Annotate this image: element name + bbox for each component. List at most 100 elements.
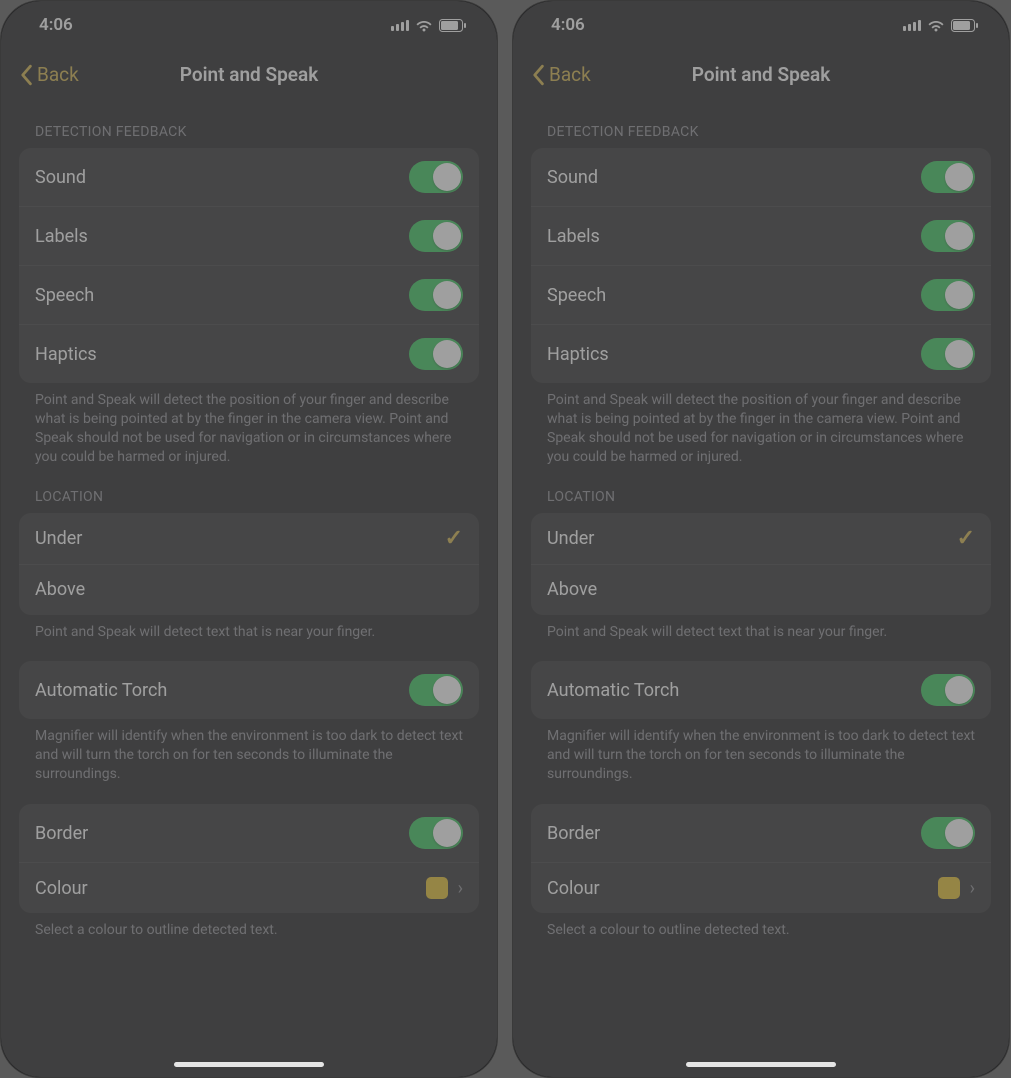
status-time: 4:06 — [551, 15, 585, 35]
torch-footer: Magnifier will identify when the environ… — [531, 719, 991, 790]
row-border[interactable]: Border — [531, 804, 991, 863]
section-header-location: LOCATION — [19, 473, 479, 513]
row-colour[interactable]: Colour › — [531, 863, 991, 913]
status-time: 4:06 — [39, 15, 73, 35]
chevron-left-icon — [531, 64, 545, 86]
row-torch[interactable]: Automatic Torch — [19, 661, 479, 719]
section-header-feedback: DETECTION FEEDBACK — [19, 108, 479, 148]
row-label: Under — [35, 528, 82, 549]
torch-footer: Magnifier will identify when the environ… — [19, 719, 479, 790]
status-right — [903, 19, 979, 32]
row-above[interactable]: Above — [531, 565, 991, 615]
phone-left: 4:06 Back Point and Speak DETECTION FEED… — [0, 0, 498, 1078]
content: DETECTION FEEDBACK Sound Labels Speech H… — [1, 108, 497, 970]
speech-toggle[interactable] — [409, 279, 463, 311]
home-indicator[interactable] — [686, 1062, 836, 1067]
row-under[interactable]: Under ✓ — [19, 513, 479, 565]
row-torch[interactable]: Automatic Torch — [531, 661, 991, 719]
cellular-icon — [391, 19, 409, 31]
cellular-icon — [903, 19, 921, 31]
section-header-location: LOCATION — [531, 473, 991, 513]
row-label: Haptics — [547, 344, 609, 365]
row-label: Labels — [35, 226, 88, 247]
wifi-icon — [415, 19, 433, 32]
border-footer: Select a colour to outline detected text… — [19, 913, 479, 946]
check-icon: ✓ — [957, 526, 975, 551]
check-icon: ✓ — [445, 526, 463, 551]
torch-group: Automatic Torch — [19, 661, 479, 719]
content: DETECTION FEEDBACK Sound Labels Speech H… — [513, 108, 1009, 970]
row-haptics[interactable]: Haptics — [531, 325, 991, 383]
border-group: Border Colour › — [531, 804, 991, 913]
border-toggle[interactable] — [921, 817, 975, 849]
haptics-toggle[interactable] — [921, 338, 975, 370]
row-haptics[interactable]: Haptics — [19, 325, 479, 383]
row-label: Sound — [35, 167, 86, 188]
row-tail: › — [938, 877, 975, 899]
row-label: Sound — [547, 167, 598, 188]
border-group: Border Colour › — [19, 804, 479, 913]
row-labels[interactable]: Labels — [531, 207, 991, 266]
feedback-group: Sound Labels Speech Haptics — [19, 148, 479, 383]
haptics-toggle[interactable] — [409, 338, 463, 370]
status-bar: 4:06 — [513, 1, 1009, 43]
nav-bar: Back Point and Speak — [1, 43, 497, 108]
labels-toggle[interactable] — [409, 220, 463, 252]
back-button[interactable]: Back — [531, 63, 591, 86]
row-tail: › — [426, 877, 463, 899]
home-indicator[interactable] — [174, 1062, 324, 1067]
chevron-left-icon — [19, 64, 33, 86]
status-right — [391, 19, 467, 32]
row-label: Automatic Torch — [35, 680, 167, 701]
row-sound[interactable]: Sound — [19, 148, 479, 207]
border-footer: Select a colour to outline detected text… — [531, 913, 991, 946]
section-header-feedback: DETECTION FEEDBACK — [531, 108, 991, 148]
nav-bar: Back Point and Speak — [513, 43, 1009, 108]
row-label: Above — [547, 579, 597, 600]
chevron-right-icon: › — [458, 878, 463, 899]
row-label: Colour — [35, 878, 88, 899]
labels-toggle[interactable] — [921, 220, 975, 252]
feedback-footer: Point and Speak will detect the position… — [19, 383, 479, 473]
location-group: Under ✓ Above — [19, 513, 479, 615]
back-button[interactable]: Back — [19, 63, 79, 86]
border-section-highlighted: Border Colour › Select a colour to outli… — [531, 804, 991, 946]
back-label: Back — [37, 63, 79, 86]
row-label: Speech — [35, 285, 94, 306]
row-speech[interactable]: Speech — [531, 266, 991, 325]
status-bar: 4:06 — [1, 1, 497, 43]
row-colour[interactable]: Colour › — [19, 863, 479, 913]
location-group: Under ✓ Above — [531, 513, 991, 615]
torch-group: Automatic Torch — [531, 661, 991, 719]
colour-swatch — [426, 877, 448, 899]
row-label: Automatic Torch — [547, 680, 679, 701]
row-under[interactable]: Under ✓ — [531, 513, 991, 565]
location-footer: Point and Speak will detect text that is… — [531, 615, 991, 648]
row-labels[interactable]: Labels — [19, 207, 479, 266]
row-label: Border — [547, 823, 600, 844]
back-label: Back — [549, 63, 591, 86]
sound-toggle[interactable] — [409, 161, 463, 193]
feedback-group: Sound Labels Speech Haptics — [531, 148, 991, 383]
torch-toggle[interactable] — [921, 674, 975, 706]
row-border[interactable]: Border — [19, 804, 479, 863]
chevron-right-icon: › — [970, 878, 975, 899]
battery-icon — [439, 19, 467, 32]
row-above[interactable]: Above — [19, 565, 479, 615]
sound-toggle[interactable] — [921, 161, 975, 193]
wifi-icon — [927, 19, 945, 32]
location-footer: Point and Speak will detect text that is… — [19, 615, 479, 648]
speech-toggle[interactable] — [921, 279, 975, 311]
row-sound[interactable]: Sound — [531, 148, 991, 207]
row-label: Above — [35, 579, 85, 600]
border-toggle[interactable] — [409, 817, 463, 849]
row-speech[interactable]: Speech — [19, 266, 479, 325]
battery-icon — [951, 19, 979, 32]
row-label: Under — [547, 528, 594, 549]
row-label: Colour — [547, 878, 600, 899]
row-label: Border — [35, 823, 88, 844]
row-label: Haptics — [35, 344, 97, 365]
torch-toggle[interactable] — [409, 674, 463, 706]
colour-swatch — [938, 877, 960, 899]
detection-feedback-section-highlighted: DETECTION FEEDBACK Sound Labels Speech H… — [19, 108, 479, 383]
